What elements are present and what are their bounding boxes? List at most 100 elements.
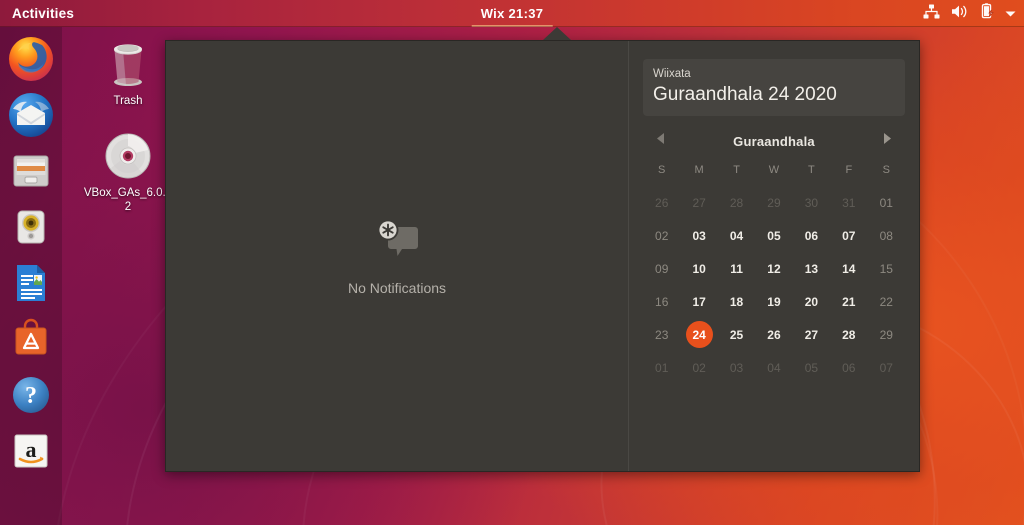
calendar-cell[interactable]: 07 (830, 219, 867, 252)
activities-button[interactable]: Activities (0, 0, 84, 27)
dock-item-thunderbird[interactable] (7, 91, 55, 139)
calendar-day[interactable]: 04 (760, 354, 787, 381)
calendar-day[interactable]: 10 (686, 255, 713, 282)
chevron-down-icon[interactable] (1005, 5, 1016, 23)
calendar-day[interactable]: 17 (686, 288, 713, 315)
calendar-day[interactable]: 13 (798, 255, 825, 282)
calendar-day[interactable]: 01 (648, 354, 675, 381)
calendar-day[interactable]: 20 (798, 288, 825, 315)
calendar-cell[interactable]: 06 (830, 351, 867, 384)
calendar-cell[interactable]: 03 (680, 219, 717, 252)
calendar-day[interactable]: 07 (873, 354, 900, 381)
calendar-day[interactable]: 19 (760, 288, 787, 315)
calendar-cell[interactable]: 15 (868, 252, 905, 285)
calendar-day[interactable]: 25 (723, 321, 750, 348)
calendar-cell[interactable]: 17 (680, 285, 717, 318)
dock[interactable]: ? a (0, 27, 62, 525)
calendar-cell[interactable]: 12 (755, 252, 792, 285)
next-month-button[interactable] (876, 130, 899, 152)
calendar-body[interactable]: 26 27 28 29 30 31 01 02 03 04 05 06 07 08 09 10 11 12 13 14… (643, 186, 905, 384)
calendar-cell[interactable]: 16 (643, 285, 680, 318)
calendar-day[interactable]: 08 (873, 222, 900, 249)
calendar-cell[interactable]: 06 (793, 219, 830, 252)
calendar-day[interactable]: 06 (798, 222, 825, 249)
calendar-day[interactable]: 28 (723, 189, 750, 216)
calendar-cell[interactable]: 14 (830, 252, 867, 285)
calendar-day[interactable]: 18 (723, 288, 750, 315)
battery-icon[interactable] (980, 3, 994, 24)
prev-month-button[interactable] (649, 130, 672, 152)
calendar-cell[interactable]: 28 (718, 186, 755, 219)
calendar-day[interactable]: 03 (723, 354, 750, 381)
desktop[interactable]: Trash VBox_GAs_6.0.12 ? a No Notificatio… (0, 0, 1024, 525)
calendar-day[interactable]: 04 (723, 222, 750, 249)
calendar-cell[interactable]: 02 (680, 351, 717, 384)
calendar-cell[interactable]: 29 (755, 186, 792, 219)
calendar-cell[interactable]: 25 (718, 318, 755, 351)
network-icon[interactable] (923, 4, 940, 24)
calendar-day[interactable]: 09 (648, 255, 675, 282)
calendar-day[interactable]: 03 (686, 222, 713, 249)
clock-button[interactable]: Wix 21:37 (471, 0, 553, 27)
calendar-cell[interactable]: 23 (643, 318, 680, 351)
calendar-day[interactable]: 01 (873, 189, 900, 216)
calendar-day[interactable]: 31 (835, 189, 862, 216)
calendar-day[interactable]: 26 (760, 321, 787, 348)
calendar-day[interactable]: 16 (648, 288, 675, 315)
dock-item-files[interactable] (7, 147, 55, 195)
calendar-cell[interactable]: 26 (643, 186, 680, 219)
calendar-dropdown-panel[interactable]: No Notifications Wiixata Guraandhala 24 … (165, 40, 920, 472)
calendar-day[interactable]: 26 (648, 189, 675, 216)
calendar-cell[interactable]: 05 (755, 219, 792, 252)
calendar-day[interactable]: 05 (798, 354, 825, 381)
calendar-cell[interactable]: 07 (868, 351, 905, 384)
dock-item-ubuntu-software[interactable] (7, 315, 55, 363)
calendar-cell[interactable]: 04 (718, 219, 755, 252)
calendar-cell[interactable]: 10 (680, 252, 717, 285)
calendar-cell[interactable]: 05 (793, 351, 830, 384)
calendar-cell[interactable]: 28 (830, 318, 867, 351)
top-bar[interactable]: Activities Wix 21:37 (0, 0, 1024, 27)
calendar-cell[interactable]: 11 (718, 252, 755, 285)
calendar-day[interactable]: 02 (648, 222, 675, 249)
calendar-cell[interactable]: 08 (868, 219, 905, 252)
calendar-cell[interactable]: 01 (643, 351, 680, 384)
calendar-cell[interactable]: 29 (868, 318, 905, 351)
calendar-day[interactable]: 05 (760, 222, 787, 249)
calendar-day[interactable]: 28 (835, 321, 862, 348)
calendar-day[interactable]: 29 (873, 321, 900, 348)
calendar-cell[interactable]: 03 (718, 351, 755, 384)
calendar-day[interactable]: 12 (760, 255, 787, 282)
calendar-day[interactable]: 07 (835, 222, 862, 249)
calendar-day[interactable]: 14 (835, 255, 862, 282)
calendar-cell[interactable]: 27 (793, 318, 830, 351)
calendar-cell[interactable]: 22 (868, 285, 905, 318)
calendar-day[interactable]: 27 (798, 321, 825, 348)
dock-item-libreoffice-writer[interactable] (7, 259, 55, 307)
desktop-icon-trash[interactable]: Trash (83, 36, 173, 109)
calendar-cell[interactable]: 30 (793, 186, 830, 219)
calendar-cell[interactable]: 04 (755, 351, 792, 384)
calendar-day-selected[interactable]: 24 (685, 321, 713, 348)
calendar-pane[interactable]: Wiixata Guraandhala 24 2020 Guraandhala … (629, 41, 919, 471)
volume-icon[interactable] (951, 4, 969, 24)
calendar-day[interactable]: 27 (686, 189, 713, 216)
dock-item-firefox[interactable] (7, 35, 55, 83)
calendar-cell[interactable]: 19 (755, 285, 792, 318)
calendar-cell[interactable]: 13 (793, 252, 830, 285)
calendar-day[interactable]: 02 (686, 354, 713, 381)
calendar-cell[interactable]: 26 (755, 318, 792, 351)
calendar-cell[interactable]: 09 (643, 252, 680, 285)
calendar-cell[interactable]: 24 (680, 318, 717, 351)
calendar-day[interactable]: 30 (798, 189, 825, 216)
dock-item-help[interactable]: ? (7, 371, 55, 419)
calendar-cell[interactable]: 18 (718, 285, 755, 318)
dock-item-amazon[interactable]: a (7, 427, 55, 475)
calendar-day[interactable]: 15 (873, 255, 900, 282)
calendar-day[interactable]: 21 (835, 288, 862, 315)
month-navigation[interactable]: Guraandhala (649, 130, 899, 152)
calendar-cell[interactable]: 20 (793, 285, 830, 318)
calendar-cell[interactable]: 01 (868, 186, 905, 219)
calendar-day[interactable]: 11 (723, 255, 750, 282)
calendar-cell[interactable]: 02 (643, 219, 680, 252)
